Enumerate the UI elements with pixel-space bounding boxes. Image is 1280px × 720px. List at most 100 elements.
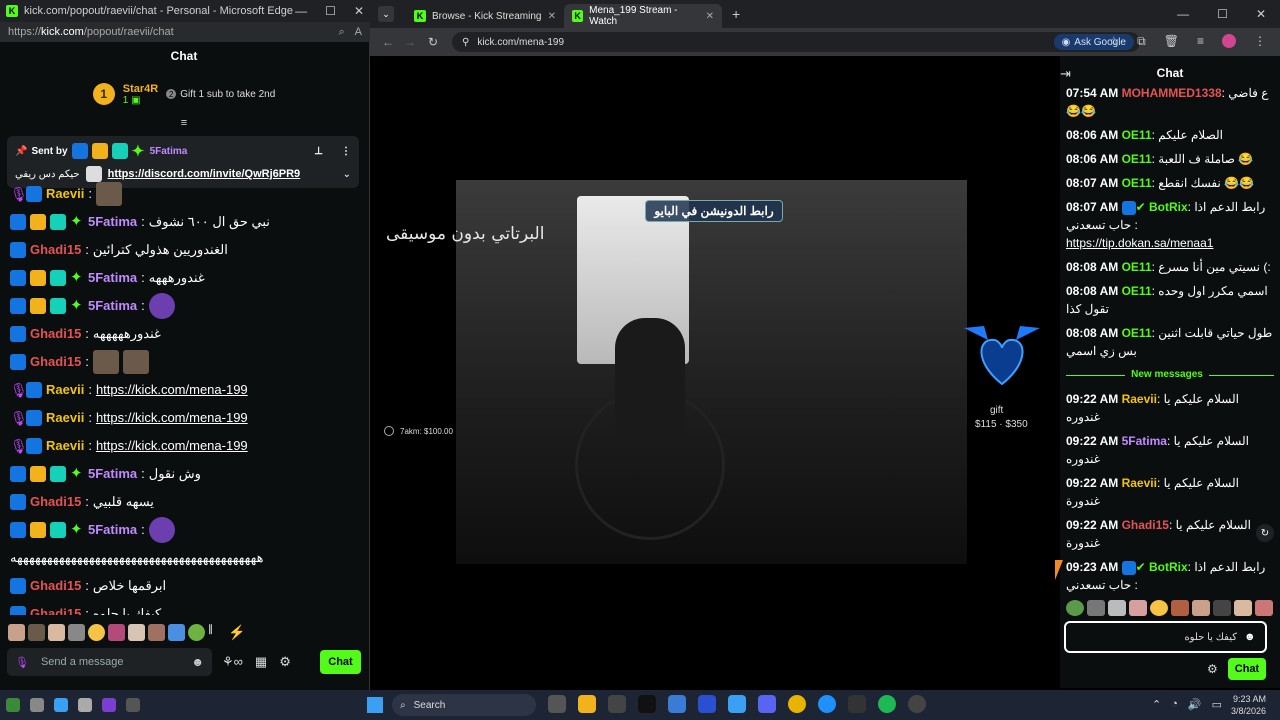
settings-gear-icon[interactable]: ⚙	[279, 654, 291, 670]
chat-username[interactable]: OE11	[1122, 176, 1152, 190]
kicks-icon[interactable]: ⚘∞	[222, 654, 243, 670]
chat-username[interactable]: 5Fatima	[1122, 434, 1167, 448]
chat-username[interactable]: 5Fatima	[88, 516, 137, 544]
chat-username[interactable]: Raevii	[46, 376, 84, 404]
volume-icon[interactable]: 🔊	[1188, 698, 1202, 711]
close-tab-icon[interactable]: ✕	[706, 11, 714, 22]
store-icon[interactable]: ▦	[255, 654, 267, 670]
emote-9[interactable]	[1234, 600, 1252, 616]
chat-username[interactable]: 5Fatima	[88, 208, 137, 236]
emote-5[interactable]	[88, 623, 105, 641]
chat-username[interactable]: BotRix	[1149, 560, 1188, 574]
expand-chevron-icon[interactable]: ⌄	[343, 169, 351, 180]
maximize-button[interactable]: ☐	[1217, 7, 1228, 21]
left-url-bar[interactable]: https://kick.com/popout/raevii/chat ⌕ A	[0, 22, 370, 42]
chat-username[interactable]: Ghadi15	[30, 600, 81, 615]
minimize-button[interactable]: —	[295, 4, 307, 18]
emoji-icon[interactable]: ☻	[1244, 631, 1256, 643]
chat-link[interactable]: https://tip.dokan.sa/menaa1	[1066, 236, 1213, 250]
battery-icon[interactable]: ▭	[1212, 698, 1222, 711]
close-tab-icon[interactable]: ✕	[548, 11, 556, 22]
tiktok-icon[interactable]	[638, 695, 656, 713]
tab-browse[interactable]: K Browse - Kick Streaming ✕	[406, 4, 564, 28]
emote-7[interactable]	[1192, 600, 1210, 616]
maximize-button[interactable]: ☐	[325, 4, 336, 18]
app-icon[interactable]	[698, 695, 716, 713]
taskbar-search[interactable]: ⌕ Search	[392, 694, 536, 716]
chat-link[interactable]: https://kick.com/mena-199	[96, 376, 248, 404]
emote-2[interactable]	[1087, 600, 1105, 616]
edge-icon[interactable]	[818, 695, 836, 713]
chat-username[interactable]: Ghadi15	[30, 348, 81, 376]
emote-12[interactable]: ⚡	[228, 624, 245, 641]
back-icon[interactable]: ←	[382, 35, 394, 49]
emote-4[interactable]	[1129, 600, 1147, 616]
chat-username[interactable]: Raevii	[1122, 392, 1157, 406]
minimize-button[interactable]: —	[1177, 7, 1189, 21]
app-icon[interactable]	[78, 698, 92, 712]
unpin-icon[interactable]: ⊥	[314, 146, 323, 157]
stream-send-button[interactable]: Chat	[1228, 658, 1266, 680]
chat-username[interactable]: Raevii	[46, 432, 84, 460]
chat-link[interactable]: https://kick.com/mena-199	[96, 432, 248, 460]
chat-username[interactable]: OE11	[1122, 326, 1152, 340]
chat-username[interactable]: Raevii	[1122, 476, 1157, 490]
emote-7[interactable]	[128, 623, 145, 641]
trash-icon[interactable]: 🗑	[1164, 34, 1179, 49]
emote-4[interactable]	[68, 623, 85, 641]
chat-username[interactable]: OE11	[1122, 128, 1152, 142]
tab-search-icon[interactable]: ⌄	[378, 6, 394, 22]
emoji-icon[interactable]: ☻	[191, 655, 204, 669]
emote-3[interactable]	[48, 623, 65, 641]
new-tab-icon[interactable]: +	[732, 6, 740, 22]
emote-10[interactable]	[1255, 600, 1273, 616]
reload-icon[interactable]: ↻	[428, 35, 438, 49]
more-options-icon[interactable]: ⋮	[341, 146, 351, 157]
chat-link[interactable]: https://kick.com/mena-199	[96, 404, 248, 432]
pinned-link[interactable]: https://discord.com/invite/QwRj6PR9	[108, 168, 301, 180]
chat-username[interactable]: Raevii	[46, 404, 84, 432]
emote-11[interactable]: ∥	[208, 624, 225, 641]
file-explorer-icon[interactable]	[578, 695, 596, 713]
app-icon[interactable]	[848, 695, 866, 713]
emote-1[interactable]	[8, 623, 25, 641]
app-icon[interactable]	[608, 695, 626, 713]
chat-username[interactable]: OE11	[1122, 260, 1152, 274]
zoom-icon[interactable]: ⌕	[338, 26, 344, 39]
read-aloud-icon[interactable]: A	[355, 26, 362, 39]
scroll-down-icon[interactable]: ↻	[1256, 524, 1274, 542]
emote-6[interactable]	[1171, 600, 1189, 616]
chat-settings-icon[interactable]: ⚙	[1207, 662, 1218, 676]
windows-start-icon[interactable]	[367, 697, 383, 713]
app-icon[interactable]	[668, 695, 686, 713]
task-view-icon[interactable]	[548, 695, 566, 713]
widgets-icon[interactable]	[6, 698, 20, 712]
stream-chat-input[interactable]: كيفك يا حلوه	[1064, 621, 1267, 653]
chat-username[interactable]: OE11	[1122, 152, 1152, 166]
tab-stream[interactable]: K Mena_199 Stream - Watch ✕	[564, 4, 722, 28]
emote-8[interactable]	[1213, 600, 1231, 616]
emote-6[interactable]	[108, 623, 125, 641]
chat-username[interactable]: Raevii	[46, 180, 84, 208]
bookmark-star-icon[interactable]: ☆	[1108, 34, 1119, 49]
extensions-icon[interactable]: ⧉	[1137, 34, 1146, 49]
chat-username[interactable]: 5Fatima	[88, 292, 137, 320]
close-button[interactable]: ✕	[354, 4, 364, 18]
emote-3[interactable]	[1108, 600, 1126, 616]
chat-username[interactable]: Ghadi15	[30, 236, 81, 264]
top-gifter-name[interactable]: Star4R	[123, 83, 158, 95]
forward-icon[interactable]: →	[404, 35, 416, 49]
close-button[interactable]: ✕	[1256, 7, 1266, 21]
emote-10[interactable]	[188, 623, 205, 641]
emote-9[interactable]	[168, 623, 185, 641]
tray-chevron-icon[interactable]: ⌃	[1152, 698, 1161, 711]
app-icon[interactable]	[30, 698, 44, 712]
profile-avatar[interactable]	[1222, 34, 1236, 48]
app-icon[interactable]	[728, 695, 746, 713]
app-icon[interactable]	[102, 698, 116, 712]
chat-username[interactable]: OE11	[1122, 284, 1152, 298]
app-icon[interactable]	[126, 698, 140, 712]
spotify-icon[interactable]	[878, 695, 896, 713]
mic-icon[interactable]: 🎙	[15, 656, 29, 669]
taskbar-clock[interactable]: 9:23 AM 3/8/2026	[1231, 693, 1266, 717]
